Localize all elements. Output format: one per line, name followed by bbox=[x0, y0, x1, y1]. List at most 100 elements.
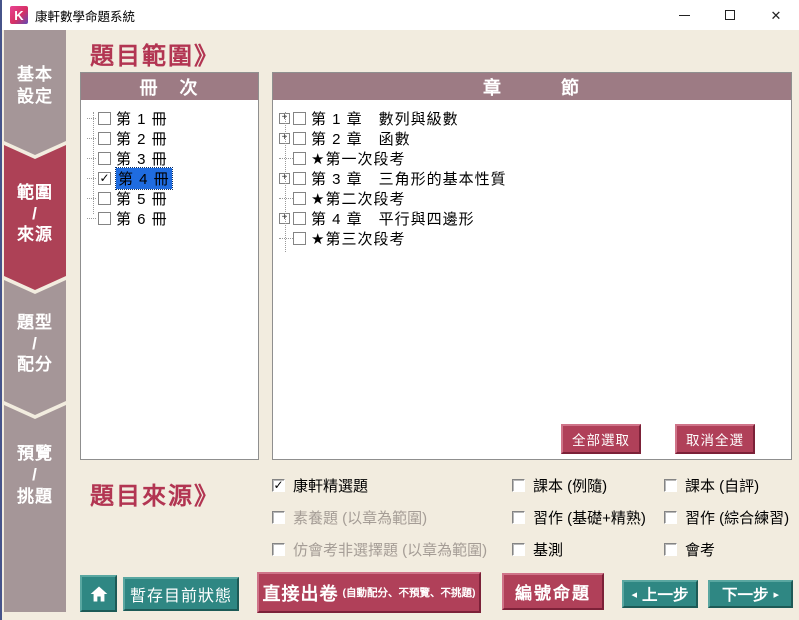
checkbox[interactable] bbox=[512, 511, 525, 524]
save-state-button[interactable]: 暫存目前狀態 bbox=[123, 577, 239, 611]
chapter-label-4[interactable]: 第 3 章 三角形的基本性質 bbox=[311, 168, 507, 189]
volume-label-3[interactable]: 第 3 冊 bbox=[116, 148, 168, 169]
chapter-tree: + 第 1 章 數列與級數 + 第 2 章 函數 ★第一次段考 + 第 3 章 … bbox=[273, 100, 791, 248]
volume-label-6[interactable]: 第 6 冊 bbox=[116, 208, 168, 229]
source-checkbox-comprehensive-exam[interactable]: 會考 bbox=[664, 538, 789, 560]
checkbox[interactable] bbox=[512, 543, 525, 556]
scope-section-heading: 題目範圍》 bbox=[90, 36, 220, 71]
chapter-panel: 章 節 + 第 1 章 數列與級數 + 第 2 章 函數 ★第一次段考 + bbox=[272, 72, 792, 460]
source-section-heading: 題目來源》 bbox=[90, 476, 220, 511]
chapter-row-exam-1: ★第一次段考 bbox=[273, 148, 791, 168]
chapter-checkbox-4[interactable] bbox=[293, 172, 306, 185]
source-checkbox-basic-test[interactable]: 基測 bbox=[512, 538, 664, 560]
checkbox[interactable] bbox=[664, 511, 677, 524]
volume-checkbox-3[interactable] bbox=[98, 152, 111, 165]
check-icon: ✓ bbox=[273, 479, 283, 491]
volume-row-4: ✓ 第 4 冊 bbox=[81, 168, 258, 188]
volume-row-3: 第 3 冊 bbox=[81, 148, 258, 168]
volume-label-2[interactable]: 第 2 冊 bbox=[116, 128, 168, 149]
source-checkbox-textbook-examples[interactable]: 課本 (例隨) bbox=[512, 474, 664, 496]
sidebar-tab-question-types[interactable]: 題型 / 配分 bbox=[4, 280, 66, 415]
direct-output-note: (自動配分、不預覽、不挑題) bbox=[343, 585, 476, 600]
checkbox[interactable] bbox=[512, 479, 525, 492]
previous-step-button[interactable]: ◂ 上一步 bbox=[622, 580, 698, 608]
volume-checkbox-6[interactable] bbox=[98, 212, 111, 225]
chapter-label-5[interactable]: ★第二次段考 bbox=[311, 188, 405, 209]
chapter-label-6[interactable]: 第 4 章 平行與四邊形 bbox=[311, 208, 475, 229]
app-window: K 康軒數學命題系統 ✕ 基本 設定 範圍 / 來源 題型 / 配分 預覽 / … bbox=[0, 0, 799, 620]
previous-step-label: 上一步 bbox=[642, 583, 689, 605]
sidebar-tab-basic-settings[interactable]: 基本 設定 bbox=[4, 30, 66, 155]
source-checkbox-mock-exam-disabled: 仿會考非選擇題 (以章為範圍) bbox=[272, 538, 512, 560]
volume-label-1[interactable]: 第 1 冊 bbox=[116, 108, 168, 129]
chapter-label-7[interactable]: ★第三次段考 bbox=[311, 228, 405, 249]
titlebar: K 康軒數學命題系統 ✕ bbox=[2, 0, 799, 30]
source-checkbox-kangxuan-selected[interactable]: ✓ 康軒精選題 bbox=[272, 474, 512, 496]
minimize-button[interactable] bbox=[661, 0, 707, 30]
source-options: ✓ 康軒精選題 素養題 (以章為範圍) 仿會考非選擇題 (以章為範圍) 課本 (… bbox=[272, 474, 789, 570]
checkbox-disabled bbox=[272, 511, 285, 524]
chapter-label-2[interactable]: 第 2 章 函數 bbox=[311, 128, 411, 149]
chapter-checkbox-1[interactable] bbox=[293, 112, 306, 125]
tree-connector bbox=[279, 198, 293, 199]
maximize-icon bbox=[725, 10, 735, 20]
checkbox[interactable] bbox=[664, 543, 677, 556]
window-title: 康軒數學命題系統 bbox=[35, 6, 135, 25]
volume-label-5[interactable]: 第 5 冊 bbox=[116, 188, 168, 209]
volume-row-2: 第 2 冊 bbox=[81, 128, 258, 148]
deselect-all-button[interactable]: 取消全選 bbox=[675, 424, 755, 454]
chapter-checkbox-3[interactable] bbox=[293, 152, 306, 165]
volume-row-6: 第 6 冊 bbox=[81, 208, 258, 228]
sidebar-tab-preview-pick[interactable]: 預覽 / 挑題 bbox=[4, 405, 66, 612]
tree-connector bbox=[87, 178, 96, 179]
volume-panel: 冊 次 第 1 冊 第 2 冊 第 3 冊 ✓ 第 4 冊 bbox=[80, 72, 259, 460]
source-checkbox-textbook-selfeval[interactable]: 課本 (自評) bbox=[664, 474, 789, 496]
chapter-checkbox-5[interactable] bbox=[293, 192, 306, 205]
chapter-checkbox-6[interactable] bbox=[293, 212, 306, 225]
checkbox[interactable] bbox=[664, 479, 677, 492]
chapter-panel-buttons: 全部選取 取消全選 bbox=[561, 424, 755, 454]
chapter-row-1: + 第 1 章 數列與級數 bbox=[273, 108, 791, 128]
chapter-label-3[interactable]: ★第一次段考 bbox=[311, 148, 405, 169]
tree-connector bbox=[87, 118, 96, 119]
tree-connector bbox=[87, 158, 96, 159]
tree-guide-line bbox=[285, 112, 286, 252]
sidebar-tab-scope-source[interactable]: 範圍 / 來源 bbox=[4, 145, 66, 290]
chapter-header-jie: 節 bbox=[561, 74, 581, 100]
chapter-checkbox-7[interactable] bbox=[293, 232, 306, 245]
check-icon: ✓ bbox=[99, 172, 109, 184]
volume-checkbox-5[interactable] bbox=[98, 192, 111, 205]
source-checkbox-workbook-comprehensive[interactable]: 習作 (綜合練習) bbox=[664, 506, 789, 528]
tree-connector bbox=[87, 218, 96, 219]
close-button[interactable]: ✕ bbox=[753, 0, 799, 30]
volume-label-4-selected[interactable]: 第 4 冊 bbox=[116, 168, 172, 189]
volume-row-5: 第 5 冊 bbox=[81, 188, 258, 208]
chapter-label-1[interactable]: 第 1 章 數列與級數 bbox=[311, 108, 459, 129]
chapter-panel-header: 章 節 bbox=[273, 73, 791, 100]
select-all-button[interactable]: 全部選取 bbox=[561, 424, 641, 454]
chapter-checkbox-2[interactable] bbox=[293, 132, 306, 145]
next-step-button[interactable]: 下一步 ▸ bbox=[708, 580, 793, 608]
sidebar: 基本 設定 範圍 / 來源 題型 / 配分 預覽 / 挑題 bbox=[4, 30, 66, 612]
home-icon bbox=[89, 584, 109, 604]
close-icon: ✕ bbox=[771, 9, 782, 22]
volume-checkbox-1[interactable] bbox=[98, 112, 111, 125]
volume-checkbox-2[interactable] bbox=[98, 132, 111, 145]
direct-output-button[interactable]: 直接出卷 (自動配分、不預覽、不挑題) bbox=[257, 572, 481, 613]
source-column-1: ✓ 康軒精選題 素養題 (以章為範圍) 仿會考非選擇題 (以章為範圍) bbox=[272, 474, 512, 570]
chapter-row-4: + 第 4 章 平行與四邊形 bbox=[273, 208, 791, 228]
source-column-3: 課本 (自評) 習作 (綜合練習) 會考 bbox=[664, 474, 789, 570]
maximize-button[interactable] bbox=[707, 0, 753, 30]
tree-connector bbox=[87, 198, 96, 199]
tree-connector bbox=[279, 238, 293, 239]
checkbox-checked[interactable]: ✓ bbox=[272, 479, 285, 492]
numbered-question-button[interactable]: 編號命題 bbox=[502, 573, 604, 610]
volume-checkbox-4[interactable]: ✓ bbox=[98, 172, 111, 185]
window-controls: ✕ bbox=[661, 0, 799, 30]
tree-connector bbox=[87, 138, 96, 139]
chapter-row-exam-3: ★第三次段考 bbox=[273, 228, 791, 248]
home-button[interactable] bbox=[80, 575, 117, 612]
source-checkbox-workbook-basic[interactable]: 習作 (基礎+精熟) bbox=[512, 506, 664, 528]
tree-guide-line bbox=[93, 112, 94, 214]
chapter-row-3: + 第 3 章 三角形的基本性質 bbox=[273, 168, 791, 188]
